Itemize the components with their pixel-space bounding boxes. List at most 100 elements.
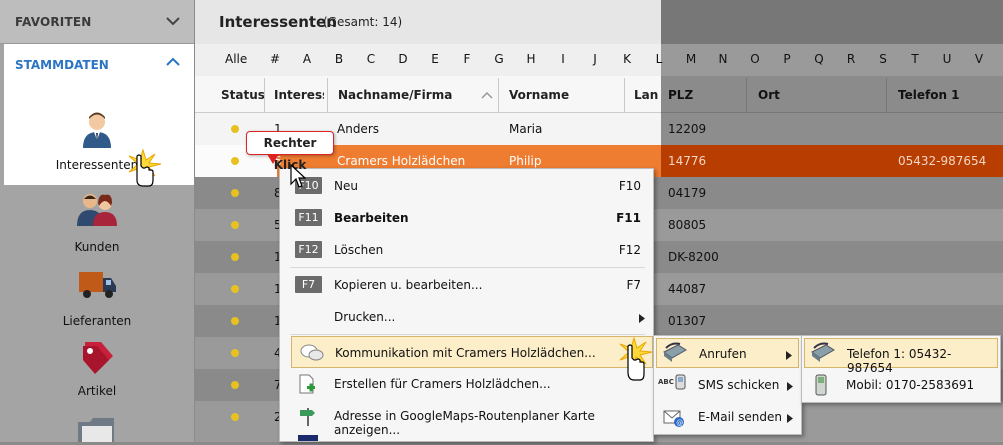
cell-plz: 80805 <box>668 218 707 232</box>
alpha-filter-d[interactable]: D <box>393 52 413 66</box>
menu-item-kopieren[interactable]: F7 Kopieren u. bearbeiten... F7 <box>280 269 653 301</box>
page-title: Interessenten <box>219 13 337 31</box>
alpha-filter-u[interactable]: U <box>937 52 957 66</box>
sidebar-item-artikel[interactable]: Artikel <box>0 336 194 398</box>
submenu-arrow-icon <box>787 412 793 426</box>
folder-icon[interactable] <box>76 416 118 445</box>
menu-item-telefon[interactable]: Telefon 1: 05432-987654 <box>804 338 998 375</box>
menu-item-neu[interactable]: F10 Neu F10 <box>280 170 653 202</box>
col-header-interess[interactable]: Interess <box>274 88 324 102</box>
menu-item-label: E-Mail senden <box>698 410 782 424</box>
alpha-filter-hash[interactable]: # <box>265 52 285 66</box>
menu-item-anrufen[interactable]: Anrufen <box>656 338 799 368</box>
chevron-up-icon[interactable] <box>166 56 180 71</box>
menu-item-shortcut: F7 <box>626 278 641 292</box>
alpha-filter-q[interactable]: Q <box>809 52 829 66</box>
alpha-filter-j[interactable]: J <box>585 52 605 66</box>
sidebar-item-label: Artikel <box>77 384 117 398</box>
col-header-status[interactable]: Status <box>221 88 265 102</box>
col-header-name[interactable]: Nachname/Firma <box>338 88 452 102</box>
sidebar-item-kunden[interactable]: Kunden <box>0 192 194 254</box>
menu-item-drucken[interactable]: Drucken... <box>280 301 653 333</box>
alpha-filter-f[interactable]: F <box>457 52 477 66</box>
status-dot <box>231 285 239 293</box>
col-header-vorname[interactable]: Vorname <box>509 88 569 102</box>
cell-plz: 12209 <box>668 122 707 136</box>
submenu-kommunikation: Anrufen ABC SMS schicken @ E-Mail senden <box>653 335 802 435</box>
alpha-filter-c[interactable]: C <box>361 52 381 66</box>
sidebar-item-label: Lieferanten <box>62 314 132 328</box>
menu-item-label: Bearbeiten <box>334 211 409 225</box>
people-icon <box>75 192 119 236</box>
alpha-filter-m[interactable]: M <box>681 52 701 66</box>
cell-name: Anders <box>337 122 379 136</box>
menu-item-mobil[interactable]: Mobil: 0170-2583691 <box>804 370 998 400</box>
status-dot <box>231 381 239 389</box>
menu-item-kommunikation[interactable]: Kommunikation mit Cramers Holzlädchen... <box>291 336 653 368</box>
favoriten-label: FAVORITEN <box>15 14 92 29</box>
status-dot <box>231 157 239 165</box>
menu-item-label: Mobil: 0170-2583691 <box>846 378 975 392</box>
col-header-ort[interactable]: Ort <box>758 88 780 102</box>
menu-item-shortcut: F11 <box>616 211 641 225</box>
alpha-filter-all[interactable]: Alle <box>225 52 247 66</box>
mobile-phone-icon <box>814 374 828 399</box>
sidebar-item-lieferanten[interactable]: Lieferanten <box>0 266 194 328</box>
col-header-telefon[interactable]: Telefon 1 <box>898 88 960 102</box>
menu-item-loeschen[interactable]: F12 Löschen F12 <box>280 234 653 266</box>
cell-plz: 04179 <box>668 186 707 200</box>
submenu-arrow-icon <box>787 380 793 394</box>
menu-item-sms[interactable]: ABC SMS schicken <box>656 370 799 400</box>
menu-item-shortcut: F12 <box>618 243 641 257</box>
alpha-filter-s[interactable]: S <box>873 52 893 66</box>
stammdaten-label[interactable]: STAMMDATEN <box>15 58 109 72</box>
cell-vorname: Maria <box>509 122 543 136</box>
email-icon: @ <box>663 407 685 430</box>
shortcut-badge: F7 <box>295 276 322 293</box>
chat-bubbles-icon <box>299 342 325 367</box>
submenu-anrufen: Telefon 1: 05432-987654 Mobil: 0170-2583… <box>801 335 1001 403</box>
alpha-filter-p[interactable]: P <box>777 52 797 66</box>
document-add-icon <box>298 374 316 397</box>
alpha-filter-t[interactable]: T <box>905 52 925 66</box>
alpha-filter-v[interactable]: V <box>969 52 989 66</box>
menu-item-erstellen[interactable]: Erstellen für Cramers Holzlädchen... <box>280 368 653 400</box>
alpha-filter-a[interactable]: A <box>297 52 317 66</box>
status-dot <box>231 253 239 261</box>
cell-plz: 44087 <box>668 282 707 296</box>
col-header-plz[interactable]: PLZ <box>668 88 693 102</box>
alpha-filter-i[interactable]: I <box>553 52 573 66</box>
cell-plz: 14776 <box>668 154 707 168</box>
alpha-filter-k[interactable]: K <box>617 52 637 66</box>
alpha-filter-n[interactable]: N <box>713 52 733 66</box>
alpha-filter-l[interactable]: L <box>649 52 669 66</box>
menu-item-label: Neu <box>334 179 358 193</box>
alpha-filter-h[interactable]: H <box>521 52 541 66</box>
alpha-filter-e[interactable]: E <box>425 52 445 66</box>
status-dot <box>231 317 239 325</box>
alpha-filter-o[interactable]: O <box>745 52 765 66</box>
page-header-dim <box>661 0 1003 44</box>
mouse-pointer-icon <box>290 163 307 193</box>
alpha-filter-b[interactable]: B <box>329 52 349 66</box>
col-header-land[interactable]: Lan <box>634 88 660 102</box>
click-burst-icon <box>125 148 165 191</box>
cell-name: Cramers Holzlädchen <box>337 154 466 168</box>
favoriten-section-header[interactable]: FAVORITEN <box>0 0 194 44</box>
menu-item-bearbeiten[interactable]: F11 Bearbeiten F11 <box>280 202 653 234</box>
alpha-filter-r[interactable]: R <box>841 52 861 66</box>
cell-plz: DK-8200 <box>668 250 719 264</box>
menu-item-label: Erstellen für Cramers Holzlädchen... <box>334 377 551 391</box>
sort-up-icon <box>481 88 493 102</box>
menu-item-email[interactable]: @ E-Mail senden <box>656 402 799 432</box>
menu-item-label: Adresse in GoogleMaps-Routenplaner Karte… <box>334 409 595 437</box>
status-dot <box>231 413 239 421</box>
alpha-filter-g[interactable]: G <box>489 52 509 66</box>
cell-plz: 01307 <box>668 314 707 328</box>
svg-text:@: @ <box>676 419 683 427</box>
menu-item-adresse[interactable]: Adresse in GoogleMaps-Routenplaner Karte… <box>280 400 653 437</box>
submenu-arrow-icon <box>639 312 645 326</box>
tag-icon <box>75 336 119 380</box>
sidebar: FAVORITEN STAMMDATEN Interessenten Kunde… <box>0 0 194 442</box>
status-dot <box>231 349 239 357</box>
